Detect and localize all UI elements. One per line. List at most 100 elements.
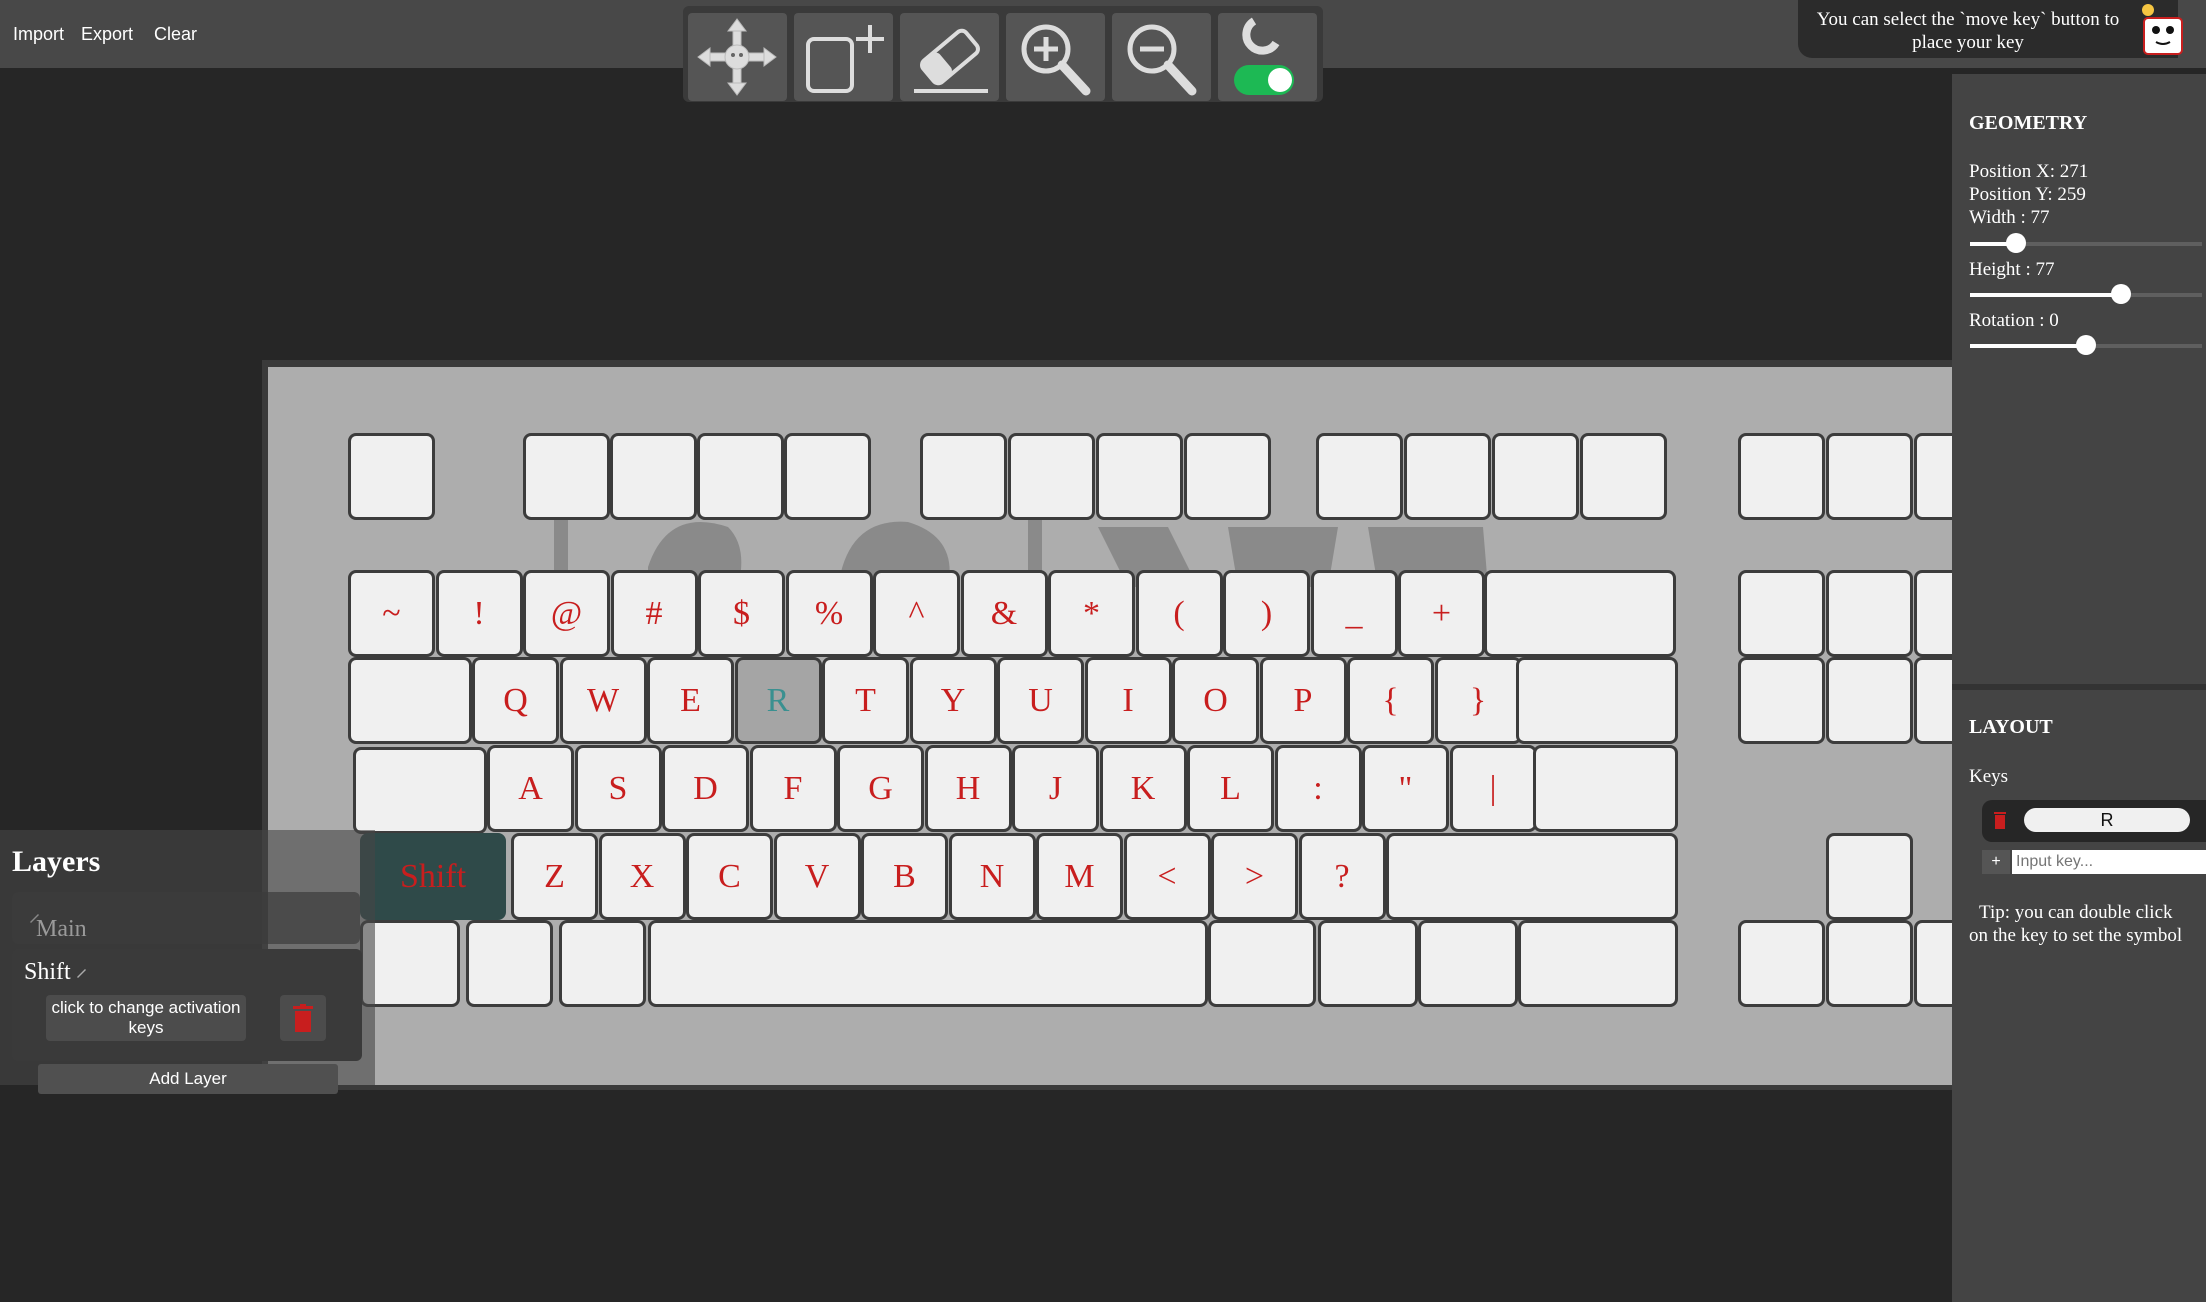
key-blank[interactable] — [1914, 570, 1952, 657]
key-)[interactable]: ) — [1223, 570, 1310, 657]
key-*[interactable]: * — [1048, 570, 1135, 657]
key-C[interactable]: C — [686, 833, 773, 920]
key-T[interactable]: T — [822, 657, 909, 744]
clear-menu[interactable]: Clear — [154, 24, 197, 45]
key-blank[interactable] — [348, 657, 472, 744]
key-input[interactable] — [2012, 850, 2206, 874]
key-Z[interactable]: Z — [511, 833, 598, 920]
key-blank[interactable] — [1914, 657, 1952, 744]
key-K[interactable]: K — [1099, 745, 1187, 832]
key-blank[interactable] — [697, 433, 784, 520]
key-<[interactable]: < — [1123, 833, 1211, 920]
key-blank[interactable] — [1418, 920, 1518, 1007]
key-V[interactable]: V — [773, 833, 861, 920]
key-%[interactable]: % — [785, 570, 873, 657]
key-E[interactable]: E — [647, 657, 734, 744]
key-|[interactable]: | — [1449, 745, 1537, 832]
key-blank[interactable] — [353, 747, 487, 834]
key-blank[interactable] — [920, 433, 1007, 520]
add-layer-button[interactable]: Add Layer — [38, 1064, 338, 1094]
key-blank[interactable] — [1738, 657, 1825, 744]
key-X[interactable]: X — [598, 833, 686, 920]
key-blank[interactable] — [1484, 570, 1676, 657]
key-L[interactable]: L — [1187, 745, 1274, 832]
key-{[interactable]: { — [1347, 657, 1434, 744]
key-I[interactable]: I — [1084, 657, 1172, 744]
key-^[interactable]: ^ — [873, 570, 960, 657]
key-blank[interactable] — [523, 433, 610, 520]
key-N[interactable]: N — [948, 833, 1036, 920]
key-B[interactable]: B — [861, 833, 948, 920]
key-blank[interactable] — [1184, 433, 1271, 520]
key-blank[interactable] — [784, 433, 871, 520]
layer-shift[interactable]: Shift click to change activation keys — [12, 949, 362, 1061]
key-:[interactable]: : — [1274, 745, 1362, 832]
pencil-icon[interactable] — [75, 966, 88, 979]
key-blank[interactable] — [1826, 833, 1913, 920]
key-S[interactable]: S — [574, 745, 662, 832]
add-key-button[interactable] — [794, 13, 893, 101]
key-J[interactable]: J — [1012, 745, 1099, 832]
key-blank[interactable] — [466, 920, 553, 1007]
export-menu[interactable]: Export — [81, 24, 133, 45]
import-menu[interactable]: Import — [13, 24, 64, 45]
zoom-in-button[interactable] — [1006, 13, 1105, 101]
key-Q[interactable]: Q — [472, 657, 559, 744]
key-O[interactable]: O — [1172, 657, 1259, 744]
key-Shift[interactable]: Shift — [360, 833, 506, 920]
key-"[interactable]: " — [1362, 745, 1449, 832]
activation-keys-button[interactable]: click to change activation keys — [46, 995, 246, 1041]
move-key-button[interactable] — [688, 13, 787, 101]
magnet-toggle-button[interactable] — [1218, 13, 1317, 101]
key-blank[interactable] — [1738, 920, 1825, 1007]
key-#[interactable]: # — [610, 570, 698, 657]
key-?[interactable]: ? — [1298, 833, 1386, 920]
key-![interactable]: ! — [435, 570, 523, 657]
key-blank[interactable] — [1008, 433, 1095, 520]
key-blank[interactable] — [1318, 920, 1418, 1007]
key-}[interactable]: } — [1434, 657, 1522, 744]
delete-layer-button[interactable] — [280, 995, 326, 1041]
key-D[interactable]: D — [662, 745, 749, 832]
trash-icon[interactable] — [1994, 811, 2006, 829]
keyboard-canvas[interactable]: ~! @ # $% ^ & *() _ + Q W E R T Y U I O P{} A S D F G H J K L: " | Shi… — [268, 367, 1952, 1085]
key-([interactable]: ( — [1135, 570, 1223, 657]
key-blank[interactable] — [1826, 920, 1913, 1007]
key-blank[interactable] — [1533, 745, 1678, 832]
width-slider[interactable] — [1970, 233, 2202, 253]
key-blank[interactable] — [1516, 657, 1678, 744]
key-blank[interactable] — [1914, 920, 1952, 1007]
key-blank[interactable] — [559, 920, 646, 1007]
key-_[interactable]: _ — [1310, 570, 1398, 657]
key-W[interactable]: W — [559, 657, 647, 744]
key-M[interactable]: M — [1036, 833, 1123, 920]
key-blank[interactable] — [348, 433, 435, 520]
key-+[interactable]: + — [1398, 570, 1485, 657]
key-blank[interactable] — [1096, 433, 1183, 520]
layout-key-pill[interactable]: R — [2024, 808, 2190, 832]
key-blank[interactable] — [610, 433, 697, 520]
key-H[interactable]: H — [924, 745, 1012, 832]
key-blank[interactable] — [1518, 920, 1678, 1007]
rotation-slider[interactable] — [1970, 335, 2202, 355]
key-blank[interactable] — [1826, 433, 1913, 520]
key->[interactable]: > — [1211, 833, 1298, 920]
key-blank[interactable] — [1316, 433, 1403, 520]
add-key-button[interactable]: + — [1982, 850, 2010, 874]
key-Y[interactable]: Y — [909, 657, 997, 744]
key-blank[interactable] — [648, 920, 1208, 1007]
key-R[interactable]: R — [734, 657, 822, 744]
layer-main[interactable]: Main — [12, 892, 360, 944]
key-@[interactable]: @ — [523, 570, 610, 657]
key-blank[interactable] — [1404, 433, 1491, 520]
key-F[interactable]: F — [749, 745, 837, 832]
key-&[interactable]: & — [960, 570, 1048, 657]
key-G[interactable]: G — [837, 745, 924, 832]
key-blank[interactable] — [360, 920, 460, 1007]
key-blank[interactable] — [1738, 433, 1825, 520]
key-blank[interactable] — [1386, 833, 1678, 920]
key-blank[interactable] — [1914, 433, 1952, 520]
zoom-out-button[interactable] — [1112, 13, 1211, 101]
key-blank[interactable] — [1580, 433, 1667, 520]
key-P[interactable]: P — [1259, 657, 1347, 744]
